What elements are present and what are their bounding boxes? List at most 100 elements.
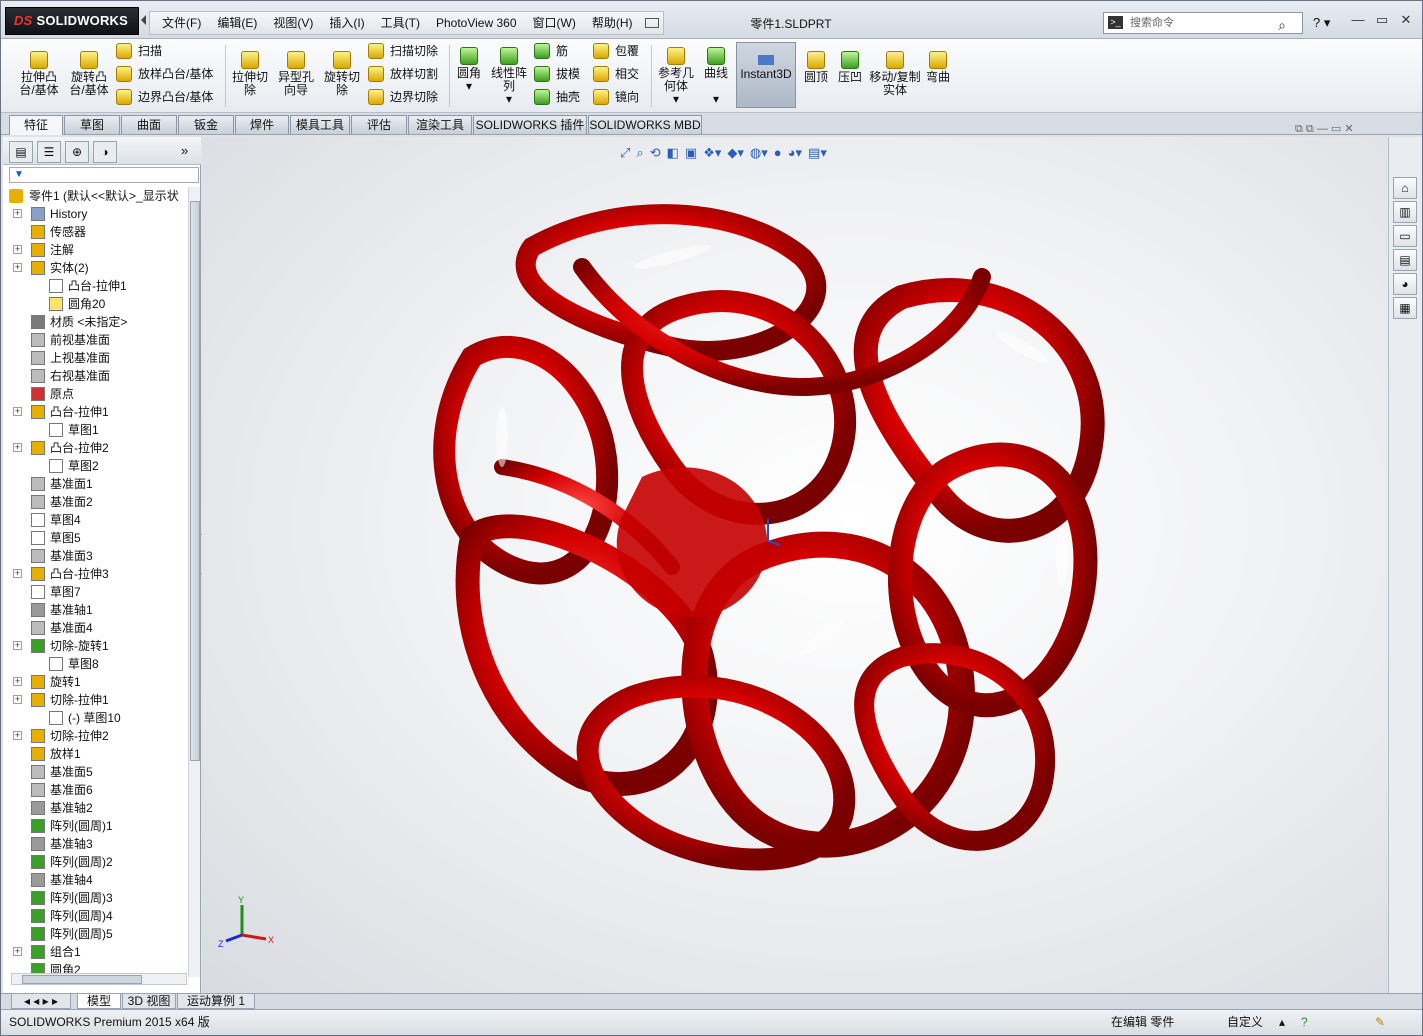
model-3d-part[interactable]: Y X Z: [202, 137, 1388, 993]
appearances-icon[interactable]: ◕: [1393, 273, 1417, 295]
tree-item[interactable]: 阵列(圆周)4: [13, 907, 113, 925]
tree-item[interactable]: (-) 草图10: [13, 709, 121, 727]
tab-render-tools[interactable]: 渲染工具: [408, 115, 472, 134]
tree-item[interactable]: + 旋转1: [13, 673, 81, 691]
tree-item[interactable]: 草图5: [13, 529, 81, 547]
draft-button[interactable]: 拔模: [534, 65, 580, 85]
expand-icon[interactable]: +: [13, 947, 22, 956]
expand-icon[interactable]: +: [13, 263, 22, 272]
tree-item[interactable]: 上视基准面: [13, 349, 110, 367]
viewport-restore-icon[interactable]: ⧉ ⧉ — ▭ ✕: [1295, 122, 1354, 136]
expand-panel-icon[interactable]: »: [181, 143, 188, 158]
menu-file[interactable]: 文件(F): [154, 12, 209, 34]
tree-item[interactable]: 圆角20: [13, 295, 105, 313]
wrap-button[interactable]: 包覆: [593, 42, 639, 62]
tree-item[interactable]: 基准面2: [13, 493, 93, 511]
tree-item[interactable]: 材质 <未指定>: [13, 313, 127, 331]
tab-3d-views[interactable]: 3D 视图: [122, 994, 176, 1009]
extrude-boss-button[interactable]: 拉伸凸台/基体: [15, 51, 63, 97]
loft-cut-button[interactable]: 放样切割: [368, 65, 438, 85]
nav-arrows-icon[interactable]: ◂ ◂ ▸ ▸: [11, 994, 71, 1009]
tree-item[interactable]: + 组合1: [13, 943, 81, 961]
intersect-button[interactable]: 相交: [593, 65, 639, 85]
tree-vertical-scrollbar[interactable]: [188, 187, 200, 977]
curves-button[interactable]: 曲线 ▾: [701, 47, 731, 106]
mirror-button[interactable]: 镜向: [593, 88, 639, 108]
tree-item[interactable]: 基准轴3: [13, 835, 93, 853]
tree-item[interactable]: 基准面3: [13, 547, 93, 565]
tree-item[interactable]: + 凸台-拉伸2: [13, 439, 109, 457]
tree-item[interactable]: 原点: [13, 385, 74, 403]
tab-sheet-metal[interactable]: 钣金: [178, 115, 234, 134]
extrude-cut-button[interactable]: 拉伸切除: [229, 51, 271, 97]
expand-icon[interactable]: +: [13, 245, 22, 254]
tree-item[interactable]: 草图8: [13, 655, 99, 673]
tree-item[interactable]: + 凸台-拉伸1: [13, 403, 109, 421]
tree-item[interactable]: + History: [13, 205, 87, 223]
boundary-cut-button[interactable]: 边界切除: [368, 88, 438, 108]
expand-icon[interactable]: +: [13, 443, 22, 452]
hole-wizard-button[interactable]: 异型孔向导: [275, 51, 317, 97]
status-units[interactable]: 自定义: [1227, 1012, 1263, 1032]
search-input[interactable]: >_ 搜索命令 ⌕: [1103, 12, 1303, 34]
revolve-boss-button[interactable]: 旋转凸台/基体: [65, 51, 113, 97]
tab-mold-tools[interactable]: 模具工具: [290, 115, 350, 134]
close-button[interactable]: ✕: [1394, 11, 1418, 29]
tab-weldments[interactable]: 焊件: [235, 115, 289, 134]
sweep-cut-button[interactable]: 扫描切除: [368, 42, 438, 62]
menu-tools[interactable]: 工具(T): [373, 12, 428, 34]
fillet-button[interactable]: 圆角 ▾: [453, 47, 485, 93]
tree-item[interactable]: 基准轴2: [13, 799, 93, 817]
expand-icon[interactable]: +: [13, 569, 22, 578]
scroll-thumb-h[interactable]: [22, 975, 142, 984]
maximize-button[interactable]: ▭: [1370, 11, 1394, 29]
tab-surfaces[interactable]: 曲面: [121, 115, 177, 134]
loft-boss-button[interactable]: 放样凸台/基体: [116, 65, 213, 85]
instant3d-button[interactable]: Instant3D: [736, 42, 796, 108]
tree-item[interactable]: 基准轴4: [13, 871, 93, 889]
menu-help[interactable]: 帮助(H): [584, 12, 641, 34]
menu-insert[interactable]: 插入(I): [321, 12, 372, 34]
configurationmanager-tab-icon[interactable]: ⊕: [65, 141, 89, 163]
reference-geometry-dropdown-icon[interactable]: ▾: [673, 92, 679, 106]
logo-arrow-icon[interactable]: [141, 15, 146, 25]
tree-item[interactable]: 右视基准面: [13, 367, 110, 385]
tree-item[interactable]: + 切除-旋转1: [13, 637, 109, 655]
menu-edit[interactable]: 编辑(E): [209, 12, 265, 34]
scroll-thumb[interactable]: [190, 201, 200, 761]
indent-button[interactable]: 压凹: [835, 51, 865, 84]
fillet-dropdown-icon[interactable]: ▾: [466, 79, 472, 93]
search-icon[interactable]: ⌕: [1278, 15, 1286, 35]
tree-item[interactable]: 基准面6: [13, 781, 93, 799]
tab-solidworks-mbd[interactable]: SOLIDWORKS MBD: [588, 115, 702, 134]
tab-evaluate[interactable]: 评估: [351, 115, 407, 134]
revolve-cut-button[interactable]: 旋转切除: [321, 51, 363, 97]
tree-item[interactable]: 阵列(圆周)2: [13, 853, 113, 871]
tree-item[interactable]: 草图4: [13, 511, 81, 529]
help-icon[interactable]: ? ▾: [1313, 15, 1330, 31]
solidworks-logo[interactable]: DS SOLIDWORKS: [5, 7, 139, 35]
menu-window[interactable]: 窗口(W): [525, 12, 584, 34]
tree-item[interactable]: + 凸台-拉伸3: [13, 565, 109, 583]
expand-icon[interactable]: +: [13, 695, 22, 704]
rib-button[interactable]: 筋: [534, 42, 568, 62]
tree-item[interactable]: + 实体(2): [13, 259, 89, 277]
displaymanager-tab-icon[interactable]: ◑: [93, 141, 117, 163]
tree-item[interactable]: 放样1: [13, 745, 81, 763]
tree-item[interactable]: 传感器: [13, 223, 86, 241]
propertymanager-tab-icon[interactable]: ☰: [37, 141, 61, 163]
tab-sketch[interactable]: 草图: [64, 115, 120, 134]
shell-button[interactable]: 抽壳: [534, 88, 580, 108]
sweep-button[interactable]: 扫描: [116, 42, 162, 62]
tree-item[interactable]: 基准面5: [13, 763, 93, 781]
featuremanager-tab-icon[interactable]: ▤: [9, 141, 33, 163]
expand-icon[interactable]: +: [13, 407, 22, 416]
expand-icon[interactable]: +: [13, 731, 22, 740]
tree-item[interactable]: 基准面1: [13, 475, 93, 493]
tab-solidworks-addins[interactable]: SOLIDWORKS 插件: [473, 115, 587, 134]
expand-icon[interactable]: +: [13, 641, 22, 650]
menu-photoview[interactable]: PhotoView 360: [428, 12, 525, 34]
tree-item[interactable]: 草图7: [13, 583, 81, 601]
boundary-boss-button[interactable]: 边界凸台/基体: [116, 88, 213, 108]
graphics-area[interactable]: ⤢ ⌕ ⟲ ◧ ▣ ❖▾ ◆▾ ◍▾ ● ◕▾ ▤▾ Y X Z: [202, 137, 1388, 993]
